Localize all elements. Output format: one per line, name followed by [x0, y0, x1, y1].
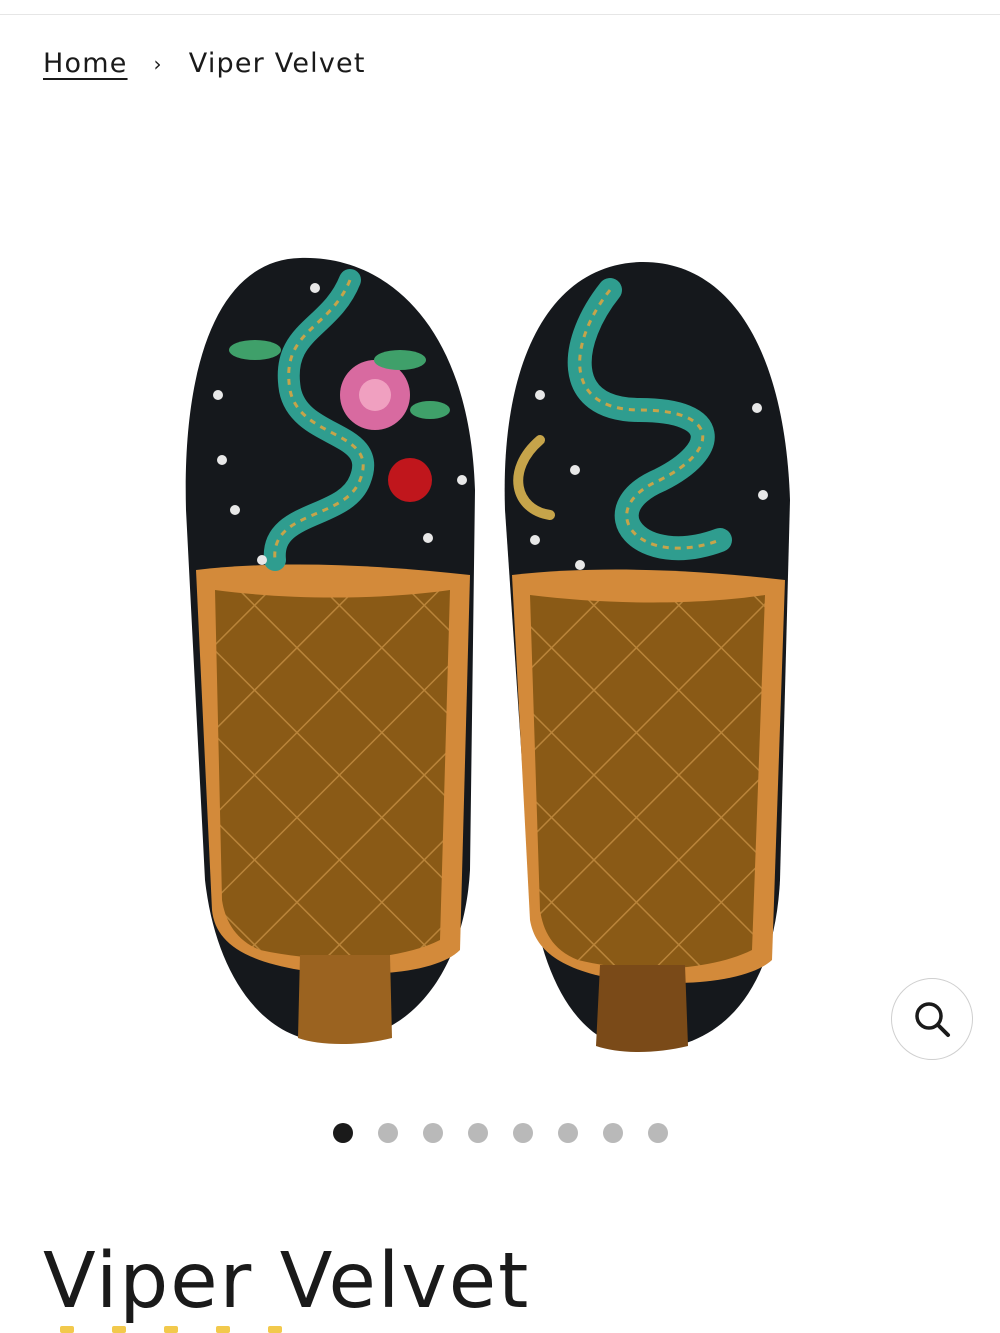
breadcrumb-home-link[interactable]: Home: [43, 48, 128, 79]
gallery-dot-1[interactable]: [333, 1123, 353, 1143]
star-icon: [60, 1326, 74, 1333]
gallery-pagination: [333, 1123, 668, 1143]
breadcrumb: Home › Viper Velvet: [43, 48, 366, 79]
rating-stars: [60, 1326, 282, 1333]
gallery-dot-6[interactable]: [558, 1123, 578, 1143]
star-icon: [268, 1326, 282, 1333]
gallery-dot-4[interactable]: [468, 1123, 488, 1143]
zoom-button[interactable]: [891, 978, 973, 1060]
gallery-dot-2[interactable]: [378, 1123, 398, 1143]
slippers-illustration: [185, 257, 790, 1052]
breadcrumb-separator: ›: [153, 51, 163, 76]
gallery-dot-3[interactable]: [423, 1123, 443, 1143]
breadcrumb-current: Viper Velvet: [188, 48, 366, 79]
star-icon: [112, 1326, 126, 1333]
gallery-dot-7[interactable]: [603, 1123, 623, 1143]
header-divider: [0, 14, 1000, 15]
gallery-dot-8[interactable]: [648, 1123, 668, 1143]
gallery-dot-5[interactable]: [513, 1123, 533, 1143]
product-title: Viper Velvet: [43, 1237, 531, 1326]
star-icon: [164, 1326, 178, 1333]
product-image[interactable]: [0, 180, 1000, 1080]
search-icon: [915, 1002, 950, 1037]
star-icon: [216, 1326, 230, 1333]
